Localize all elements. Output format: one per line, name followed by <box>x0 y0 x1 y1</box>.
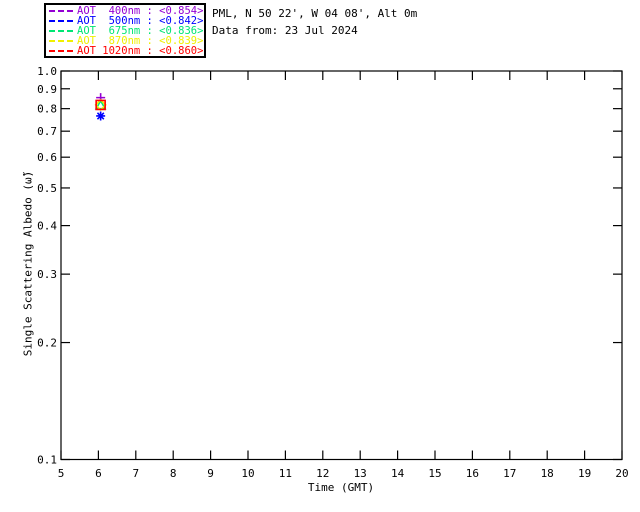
ssa-plot-page: AOT 400nm : <0.854> AOT 500nm : <0.842> … <box>0 0 640 512</box>
x-axis-tick-label: 11 <box>279 467 292 480</box>
y-axis-tick-label: 0.4 <box>37 220 57 233</box>
y-axis-tick-label: 0.3 <box>37 268 57 281</box>
plot-canvas: 5 6 7 8 9 10 11 12 13 14 15 16 17 18 19 20 1.0 0.9 0.8 0.7 0… <box>37 65 629 480</box>
plot-border <box>60 70 623 461</box>
y-axis-tick-label: 1.0 <box>37 65 57 78</box>
x-axis-title: Time (GMT) <box>307 481 375 494</box>
x-axis-tick-label: 12 <box>316 467 329 480</box>
x-axis-tick-label: 16 <box>466 467 479 480</box>
y-axis-tick-label: 0.9 <box>37 83 57 96</box>
x-axis-tick-label: 10 <box>241 467 254 480</box>
x-axis-tick-label: 15 <box>428 467 441 480</box>
x-axis-tick-label: 17 <box>503 467 516 480</box>
x-axis-tick-label: 5 <box>58 467 65 480</box>
x-axis-tick-label: 9 <box>207 467 214 480</box>
y-axis-title: Single Scattering Albedo (ω̃) <box>21 170 35 357</box>
x-axis-tick-label: 14 <box>391 467 405 480</box>
x-axis-tick-label: 19 <box>578 467 591 480</box>
x-axis-tick-label: 8 <box>170 467 177 480</box>
y-axis-tick-label: 0.7 <box>37 125 57 138</box>
y-axis-tick-label: 0.1 <box>37 454 57 467</box>
x-axis-tick-label: 7 <box>132 467 139 480</box>
y-axis-tick-label: 0.5 <box>37 182 57 195</box>
x-axis-tick-label: 13 <box>354 467 367 480</box>
x-axis-tick-label: 18 <box>541 467 554 480</box>
y-axis-tick-label: 0.8 <box>37 103 57 116</box>
data-point-500nm <box>96 111 106 121</box>
y-axis-tick-label: 0.6 <box>37 151 57 164</box>
x-axis-tick-label: 20 <box>615 467 628 480</box>
y-axis-tick-label: 0.2 <box>37 337 57 350</box>
x-axis-tick-label: 6 <box>95 467 102 480</box>
